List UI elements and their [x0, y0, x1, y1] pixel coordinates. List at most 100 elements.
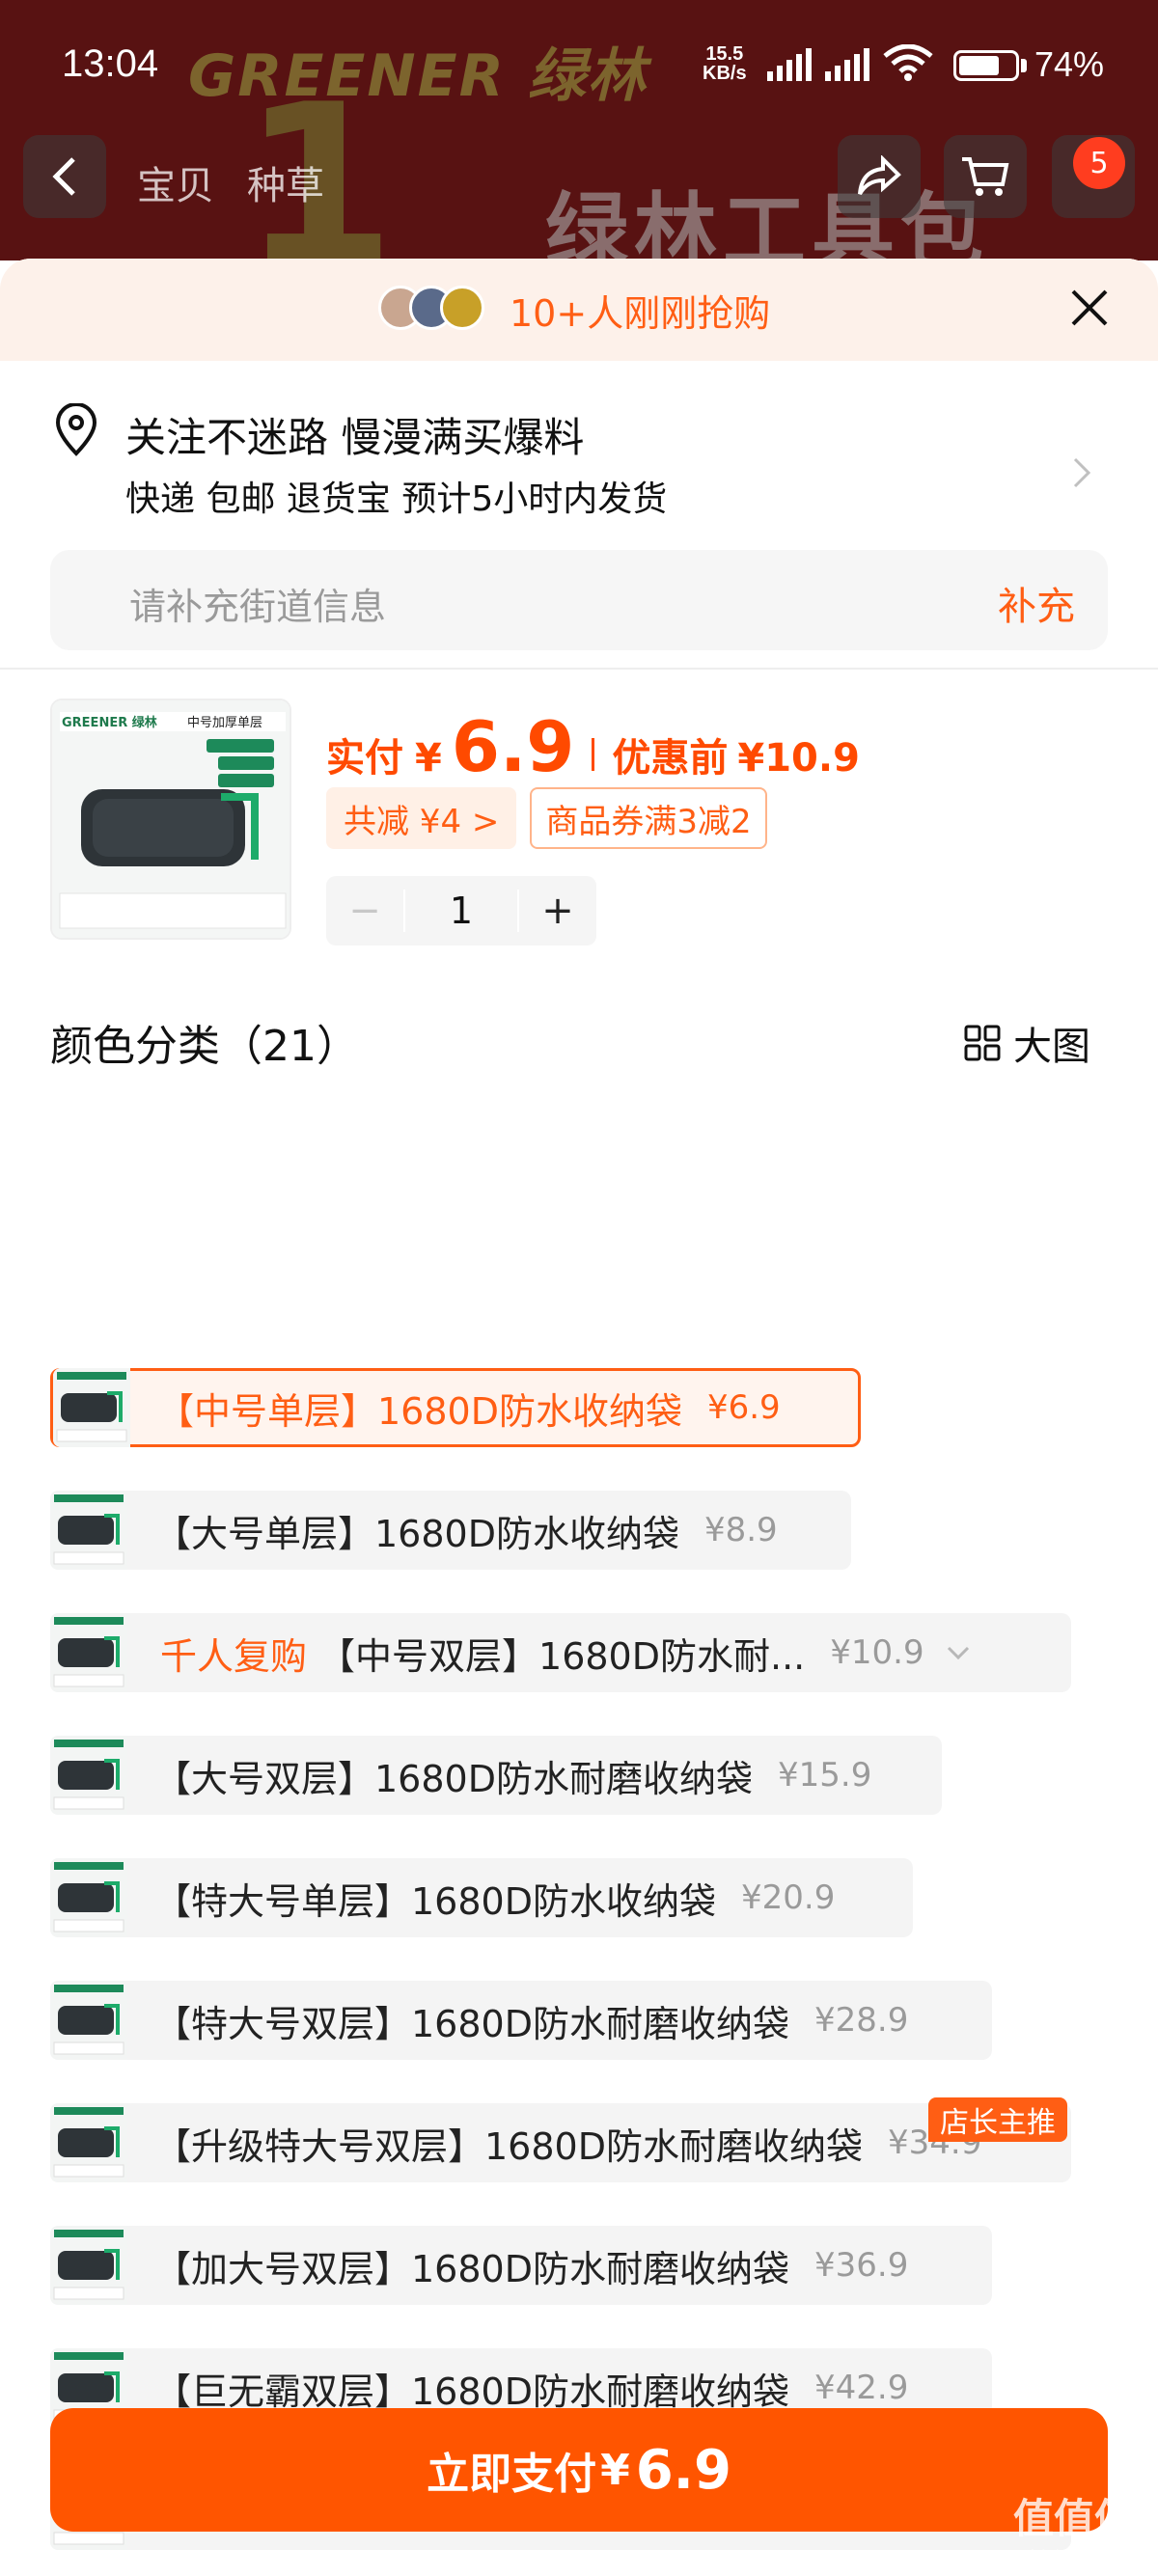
- share-icon: [858, 155, 901, 196]
- sku-option[interactable]: 【大号单层】1680D防水收纳袋 ¥8.9: [50, 1491, 851, 1570]
- site-watermark: 值值值: [1013, 2495, 1136, 2542]
- sku-option[interactable]: 【加大号双层】1680D防水耐磨收纳袋 ¥36.9: [50, 2226, 992, 2305]
- pay-now-currency: ¥: [600, 2445, 630, 2495]
- tab-recommend[interactable]: 种草: [247, 154, 324, 210]
- sku-option-price: ¥6.9: [706, 1388, 781, 1427]
- pay-now-amount: 6.9: [635, 2438, 731, 2502]
- wifi-icon: [883, 44, 933, 81]
- sku-option-name: 【中号双层】1680D防水耐...: [318, 1634, 806, 1678]
- sku-option-price: ¥42.9: [813, 2369, 909, 2407]
- sku-option-thumbnail: [50, 1613, 127, 1692]
- address-title: 关注不迷路 慢漫满买爆料: [125, 414, 585, 461]
- pay-price: 实付 ¥ 6.9 优惠前 ¥10.9: [326, 706, 860, 787]
- rush-text: 10+人刚刚抢购: [510, 292, 771, 335]
- chevron-down-icon[interactable]: [946, 1644, 971, 1661]
- quantity-value[interactable]: 1: [403, 890, 519, 932]
- sku-option-price: ¥20.9: [740, 1878, 836, 1917]
- pay-amount: 6.9: [451, 706, 575, 787]
- share-button[interactable]: [838, 135, 921, 218]
- buyer-avatars: [378, 286, 484, 330]
- product-image: GREENER 绿林 中号加厚单层: [52, 700, 290, 938]
- sku-selection-sheet: 10+人刚刚抢购 关注不迷路 慢漫满买爆料 快递 包邮 退货宝 预计5小时内发货…: [0, 259, 1158, 2576]
- chevron-right-icon[interactable]: [1071, 453, 1094, 492]
- sku-option-price: ¥8.9: [703, 1511, 778, 1549]
- chevron-left-icon: [52, 157, 75, 196]
- cart-count-badge: 5: [1073, 137, 1125, 189]
- cart-icon: [962, 157, 1009, 196]
- sku-option-price: ¥10.9: [830, 1633, 924, 1672]
- currency-symbol: ¥: [415, 736, 442, 781]
- sku-option-thumbnail: [50, 2226, 127, 2305]
- divider: [0, 668, 1158, 670]
- grid-icon: [964, 1025, 1001, 1061]
- street-placeholder: 请补充街道信息: [129, 586, 387, 628]
- increase-button[interactable]: +: [519, 889, 596, 933]
- network-speed-value: 15.5: [705, 43, 744, 65]
- back-button[interactable]: [23, 135, 106, 218]
- battery-cap: [1021, 59, 1027, 72]
- thumb-brand: GREENER 绿林: [62, 715, 157, 730]
- decrease-button[interactable]: −: [326, 889, 403, 933]
- sku-option-price: ¥15.9: [777, 1756, 872, 1795]
- coupon-tag: 商品券满3减2: [530, 787, 767, 849]
- tab-product[interactable]: 宝贝: [137, 154, 214, 210]
- sku-option-name: 【大号双层】1680D防水耐磨收纳袋: [154, 1757, 753, 1800]
- before-discount-price: ¥10.9: [737, 736, 860, 781]
- signal-icons: [767, 44, 933, 81]
- network-speed-unit: KB/s: [703, 63, 747, 84]
- pay-label: 实付: [326, 736, 403, 781]
- delivery-info: 快递 包邮 退货宝 预计5小时内发货: [125, 480, 668, 519]
- product-thumbnail[interactable]: GREENER 绿林 中号加厚单层: [50, 699, 291, 940]
- top-nav: 宝贝 种草 5: [0, 125, 1158, 232]
- signal-icon-2: [825, 48, 869, 81]
- sku-option-name: 【特大号双层】1680D防水耐磨收纳袋: [154, 2002, 789, 2045]
- sku-option-name: 【特大号单层】1680D防水收纳袋: [154, 1879, 716, 1923]
- total-discount-tag[interactable]: 共减 ¥4 >: [326, 787, 517, 849]
- sku-option-name: 【加大号双层】1680D防水耐磨收纳袋: [154, 2247, 789, 2290]
- category-title: 颜色分类（21）: [50, 1022, 359, 1071]
- avatar: [440, 286, 484, 330]
- sku-option-thumbnail: [50, 1491, 127, 1570]
- sku-option[interactable]: 千人复购 【中号双层】1680D防水耐... ¥10.9: [50, 1613, 1071, 1692]
- price-separator: [592, 738, 595, 771]
- sku-option[interactable]: 【中号单层】1680D防水收纳袋 ¥6.9: [50, 1368, 861, 1447]
- shop-recommend-badge: 店长主推: [928, 2097, 1067, 2142]
- sku-option[interactable]: 【升级特大号双层】1680D防水耐磨收纳袋 ¥34.9: [50, 2103, 1071, 2182]
- sku-option-price: ¥28.9: [813, 2001, 909, 2040]
- sku-option[interactable]: 【特大号单层】1680D防水收纳袋 ¥20.9: [50, 1858, 913, 1937]
- signal-icon-1: [767, 48, 812, 81]
- sku-option-thumbnail: [53, 1368, 130, 1447]
- quantity-stepper: − 1 +: [326, 876, 596, 945]
- sku-option-name: 【巨无霸双层】1680D防水耐磨收纳袋: [154, 2370, 789, 2413]
- status-time: 13:04: [62, 42, 159, 85]
- sku-option[interactable]: 【特大号双层】1680D防水耐磨收纳袋 ¥28.9: [50, 1981, 992, 2060]
- pay-now-button[interactable]: 立即支付 ¥ 6.9: [50, 2408, 1108, 2532]
- big-view-toggle[interactable]: 大图: [963, 1015, 1090, 1071]
- sku-option-thumbnail: [50, 1858, 127, 1937]
- network-speed: 15.5 KB/s: [703, 44, 747, 83]
- site-watermark-url: zhizhizhi.com: [1021, 2547, 1139, 2567]
- cart-button[interactable]: [944, 135, 1027, 218]
- rush-banner: 10+人刚刚抢购: [0, 259, 1158, 361]
- supplement-button[interactable]: 补充: [998, 575, 1075, 631]
- close-icon[interactable]: [1065, 284, 1114, 332]
- sku-option-thumbnail: [50, 2103, 127, 2182]
- battery-icon: [953, 50, 1019, 81]
- sku-option-name: 【升级特大号双层】1680D防水耐磨收纳袋: [154, 2124, 863, 2168]
- sku-option-name: 【中号单层】1680D防水收纳袋: [157, 1389, 682, 1433]
- discount-tags: 共减 ¥4 > 商品券满3减2: [326, 787, 767, 849]
- big-view-label: 大图: [1013, 1025, 1090, 1069]
- sku-option-price: ¥36.9: [813, 2246, 909, 2285]
- thumb-title: 中号加厚单层: [187, 716, 262, 730]
- product-summary: GREENER 绿林 中号加厚单层 实付 ¥ 6.9 优惠前 ¥10.9 共减 …: [0, 699, 1158, 959]
- street-info-field[interactable]: 请补充街道信息 补充: [50, 550, 1108, 650]
- sku-option-thumbnail: [50, 1981, 127, 2060]
- location-pin-icon: [55, 403, 97, 456]
- sku-option[interactable]: 【大号双层】1680D防水耐磨收纳袋 ¥15.9: [50, 1736, 942, 1815]
- sku-option-thumbnail: [50, 1736, 127, 1815]
- battery-level: [959, 56, 1000, 75]
- before-discount-label: 优惠前: [612, 736, 729, 781]
- battery-percent: 74%: [1034, 44, 1105, 84]
- sku-option-hot-tag: 千人复购: [160, 1634, 308, 1678]
- status-bar: 13:04 15.5 KB/s 74%: [0, 0, 1158, 125]
